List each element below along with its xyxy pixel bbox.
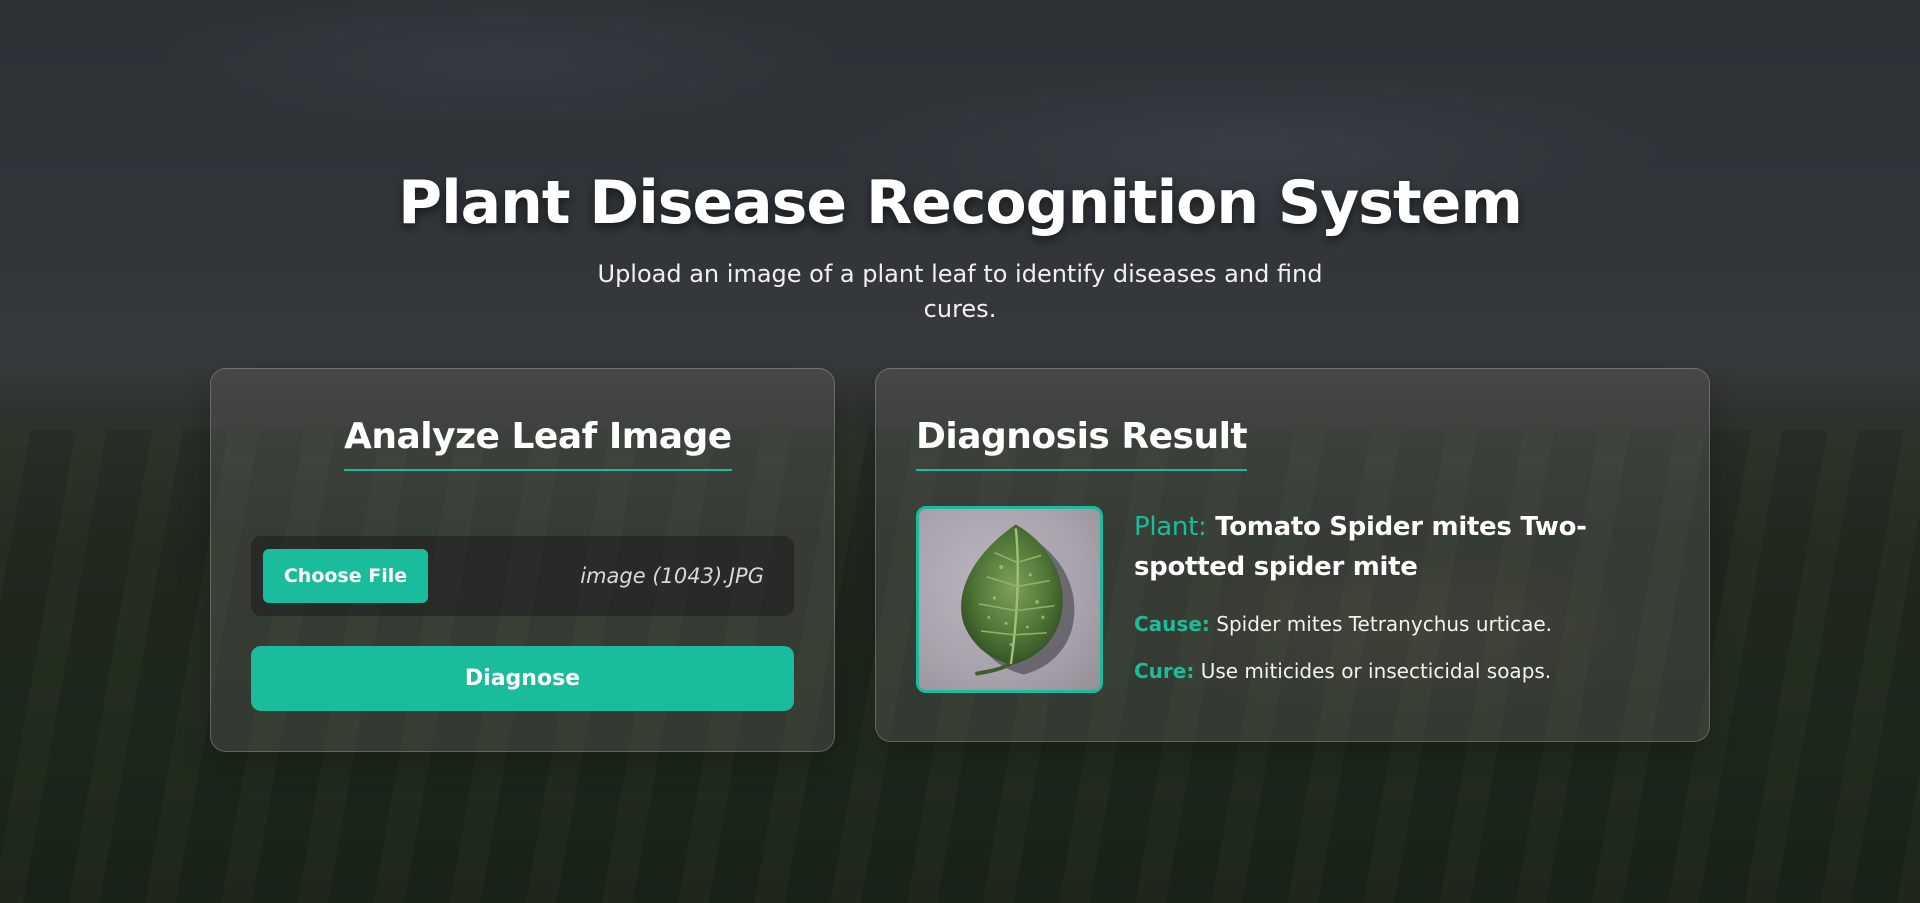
plant-label: Plant: bbox=[1134, 512, 1207, 542]
choose-file-button[interactable]: Choose File bbox=[263, 549, 428, 603]
diagnosis-result-card: Diagnosis Result Plant: Tomato Spider mi… bbox=[875, 368, 1710, 742]
page-header: Plant Disease Recognition System Upload … bbox=[0, 165, 1920, 327]
cause-label: Cause: bbox=[1134, 612, 1210, 636]
diagnose-button[interactable]: Diagnose bbox=[251, 646, 794, 711]
result-details: Plant: Tomato Spider mites Two-spotted s… bbox=[1134, 507, 1614, 686]
plant-line: Plant: Tomato Spider mites Two-spotted s… bbox=[1134, 507, 1614, 587]
analyze-heading: Analyze Leaf Image bbox=[344, 413, 732, 471]
cure-line: Cure: Use miticides or insecticidal soap… bbox=[1134, 656, 1614, 686]
page-subtitle: Upload an image of a plant leaf to ident… bbox=[597, 260, 1323, 323]
result-heading: Diagnosis Result bbox=[916, 413, 1248, 471]
file-upload-field[interactable]: Choose File image (1043).JPG bbox=[251, 536, 794, 616]
cause-line: Cause: Spider mites Tetranychus urticae. bbox=[1134, 609, 1614, 639]
cause-value: Spider mites Tetranychus urticae. bbox=[1216, 612, 1553, 636]
page-title: Plant Disease Recognition System bbox=[398, 168, 1523, 238]
selected-file-name: image (1043).JPG bbox=[580, 564, 764, 588]
analyze-card: Analyze Leaf Image Choose File image (10… bbox=[210, 368, 835, 752]
cure-label: Cure: bbox=[1134, 659, 1195, 683]
leaf-image bbox=[916, 506, 1103, 693]
cure-value: Use miticides or insecticidal soaps. bbox=[1200, 659, 1552, 683]
leaf-photo-icon bbox=[961, 524, 1075, 676]
